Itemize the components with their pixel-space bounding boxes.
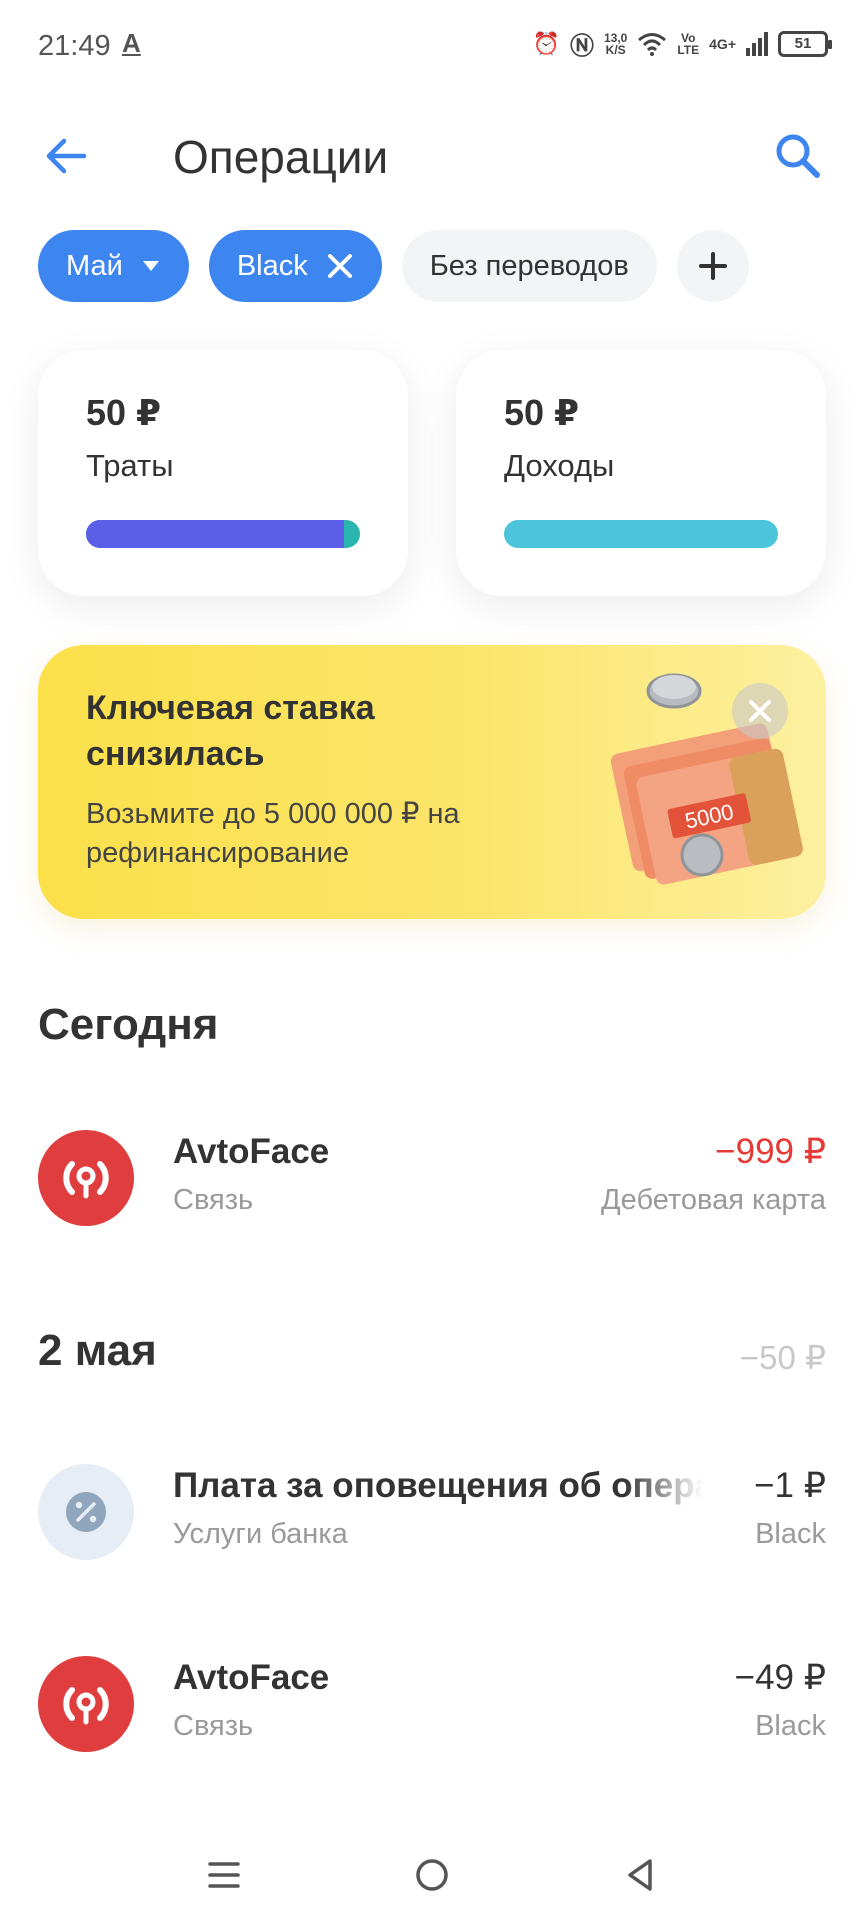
app-header: Операции — [0, 110, 864, 200]
menu-button[interactable] — [194, 1845, 254, 1905]
alarm-icon: ⏰ — [532, 30, 560, 56]
operation-amount: −999 ₽ — [715, 1132, 826, 1171]
close-icon — [749, 700, 771, 722]
promo-text: Возьмите до 5 000 000 ₽ на рефинансирова… — [86, 798, 460, 869]
month-filter-label: Май — [66, 249, 123, 282]
add-filter-button[interactable] — [676, 230, 749, 302]
operation-category: Связь — [173, 1710, 254, 1742]
summary-cards: 50 ₽ Траты 50 ₽ Доходы — [38, 350, 826, 596]
filter-chips: Май Black Без переводов — [38, 230, 749, 302]
status-time: 21:49 — [38, 30, 111, 62]
network-speed: 13,0 K/S — [604, 32, 627, 56]
system-nav-bar — [0, 1830, 864, 1920]
promo-title: Ключевая ставка снизилась — [86, 689, 375, 773]
no-transfers-chip[interactable]: Без переводов — [401, 230, 657, 302]
search-button[interactable] — [770, 128, 826, 184]
status-icons: ⏰ Ⓝ 13,0 K/S Vo LTE 4G+ 51 — [532, 26, 832, 61]
card-filter-label: Black — [236, 249, 308, 282]
operation-row[interactable]: Плата за оповещения об операциях Услуги … — [0, 1456, 864, 1566]
status-bar: 21:49 A ⏰ Ⓝ 13,0 K/S Vo LTE 4G+ 51 — [0, 0, 864, 92]
close-icon[interactable] — [326, 252, 354, 280]
back-button[interactable] — [40, 130, 92, 182]
percent-icon — [38, 1464, 134, 1560]
signal-bars-icon — [746, 31, 768, 56]
operation-row[interactable]: AvtoFace Связь −999 ₽ Дебетовая карта — [0, 1122, 864, 1232]
network-type: 4G+ — [709, 35, 736, 52]
volte-indicator: Vo LTE — [677, 32, 699, 56]
expenses-card[interactable]: 50 ₽ Траты — [38, 350, 408, 596]
operation-account: Black — [755, 1710, 826, 1742]
home-button[interactable] — [402, 1845, 462, 1905]
plus-icon — [698, 252, 727, 280]
caret-down-icon — [141, 259, 161, 273]
signal-icon — [38, 1656, 134, 1752]
home-circle-icon — [416, 1859, 448, 1891]
expenses-amount: 50 ₽ — [86, 392, 162, 433]
volte-bottom: LTE — [677, 42, 700, 57]
section-title-today: Сегодня — [38, 1000, 219, 1049]
back-nav-button[interactable] — [610, 1845, 670, 1905]
expenses-label: Траты — [86, 448, 174, 483]
operation-account: Дебетовая карта — [601, 1184, 826, 1216]
section-total: −50 ₽ — [739, 1339, 826, 1376]
wifi-icon — [638, 32, 667, 56]
income-bar — [504, 520, 778, 548]
search-icon — [776, 134, 820, 178]
expenses-bar — [86, 520, 360, 548]
nfc-icon: Ⓝ — [570, 33, 594, 60]
expenses-bar-fill — [86, 520, 344, 548]
operation-name: Плата за оповещения об операциях — [173, 1466, 703, 1505]
network-speed-unit: K/S — [605, 42, 626, 57]
triangle-back-icon — [628, 1859, 652, 1891]
operation-name: AvtoFace — [173, 1132, 330, 1171]
operation-amount: −49 ₽ — [734, 1658, 826, 1697]
operation-category: Связь — [173, 1184, 254, 1216]
operation-name: AvtoFace — [173, 1658, 330, 1697]
page-title: Операции — [173, 131, 389, 183]
section-title-may-2: 2 мая — [38, 1326, 157, 1375]
income-card[interactable]: 50 ₽ Доходы — [456, 350, 826, 596]
no-transfers-label: Без переводов — [429, 249, 629, 282]
promo-banner[interactable]: Ключевая ставка снизилась Возьмите до 5 … — [38, 645, 826, 919]
operation-account: Black — [755, 1518, 826, 1550]
operation-amount: −1 ₽ — [754, 1466, 826, 1505]
battery-icon: 51 — [778, 30, 832, 57]
a-icon: A — [122, 28, 141, 58]
income-bar-fill — [504, 520, 778, 548]
arrow-left-icon — [46, 138, 87, 174]
signal-icon — [38, 1130, 134, 1226]
operation-row[interactable]: AvtoFace Связь −49 ₽ Black — [0, 1648, 864, 1758]
promo-close-button[interactable] — [732, 683, 788, 739]
card-filter-chip[interactable]: Black — [208, 230, 382, 302]
operation-category: Услуги банка — [173, 1518, 348, 1550]
income-label: Доходы — [504, 448, 615, 483]
month-filter-chip[interactable]: Май — [38, 230, 189, 302]
menu-icon — [208, 1862, 240, 1888]
income-amount: 50 ₽ — [504, 392, 580, 433]
